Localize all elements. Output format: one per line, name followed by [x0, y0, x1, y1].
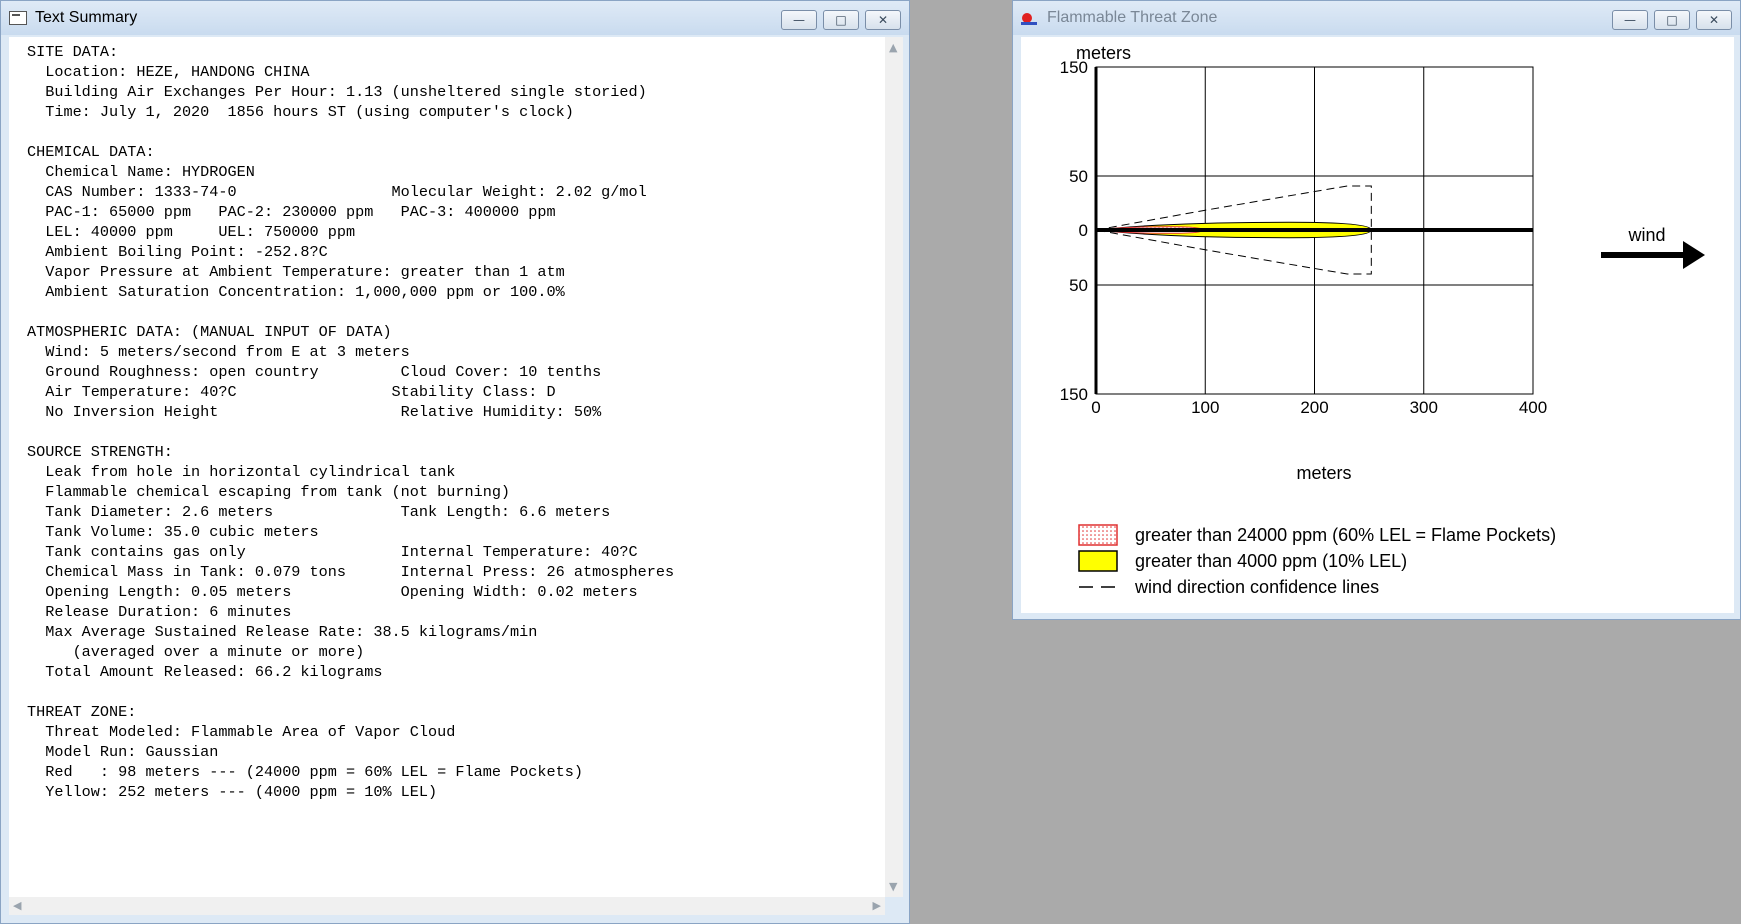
window-title: Text Summary	[35, 9, 138, 26]
flame-icon	[1021, 11, 1039, 25]
summary-line: Release Duration: 6 minutes	[27, 603, 292, 621]
summary-line: Time: July 1, 2020 1856 hours ST (using …	[27, 103, 574, 121]
threat-zone-titlebar[interactable]: Flammable Threat Zone — □ ✕	[1013, 1, 1740, 35]
summary-line: Tank Diameter: 2.6 meters Tank Length: 6…	[27, 503, 611, 521]
summary-line: No Inversion Height Relative Humidity: 5…	[27, 403, 602, 421]
x-tick-label: 200	[1300, 398, 1328, 417]
horizontal-scrollbar[interactable]: ◀ ▶	[9, 897, 885, 915]
minimize-button[interactable]: —	[1612, 10, 1648, 30]
scroll-right-icon[interactable]: ▶	[873, 899, 881, 912]
scroll-down-icon[interactable]: ▼	[889, 880, 897, 893]
summary-line: Max Average Sustained Release Rate: 38.5…	[27, 623, 538, 641]
summary-line: Ambient Boiling Point: -252.8?C	[27, 243, 328, 261]
summary-line: Wind: 5 meters/second from E at 3 meters	[27, 343, 410, 361]
maximize-button[interactable]: □	[823, 10, 859, 30]
summary-line: Yellow: 252 meters --- (4000 ppm = 10% L…	[27, 783, 438, 801]
close-button[interactable]: ✕	[865, 10, 901, 30]
y-tick-label: 50	[1069, 167, 1088, 186]
x-tick-label: 400	[1519, 398, 1547, 417]
threat-zone-chart: meters meters 0 100 200 300 40015050050150 w…	[1060, 43, 1705, 597]
y-tick-label: 150	[1060, 385, 1088, 404]
summary-line: Flammable chemical escaping from tank (n…	[27, 483, 511, 501]
summary-line: Ground Roughness: open country Cloud Cov…	[27, 363, 602, 381]
summary-line: Threat Modeled: Flammable Area of Vapor …	[27, 723, 456, 741]
summary-line: Ambient Saturation Concentration: 1,000,…	[27, 283, 565, 301]
y-tick-label: 0	[1079, 221, 1088, 240]
summary-line: SITE DATA:	[27, 43, 119, 61]
summary-line: LEL: 40000 ppm UEL: 750000 ppm	[27, 223, 356, 241]
y-tick-label: 150	[1060, 58, 1088, 77]
summary-line: Tank Volume: 35.0 cubic meters	[27, 523, 319, 541]
wind-arrow-icon	[1683, 241, 1705, 269]
summary-line: Red : 98 meters --- (24000 ppm = 60% LEL…	[27, 763, 583, 781]
legend: greater than 24000 ppm (60% LEL = Flame …	[1078, 524, 1556, 597]
summary-line: Vapor Pressure at Ambient Temperature: g…	[27, 263, 565, 281]
summary-line: Tank contains gas only Internal Temperat…	[27, 543, 638, 561]
summary-line: (averaged over a minute or more)	[27, 643, 365, 661]
summary-line: Model Run: Gaussian	[27, 743, 219, 761]
x-tick-label: 100	[1191, 398, 1219, 417]
scroll-left-icon[interactable]: ◀	[13, 899, 21, 912]
wind-label: wind	[1627, 225, 1665, 245]
window-title: Flammable Threat Zone	[1047, 9, 1218, 26]
close-button[interactable]: ✕	[1696, 10, 1732, 30]
wind-indicator: wind	[1601, 225, 1705, 269]
threat-zone-window[interactable]: Flammable Threat Zone — □ ✕ meters meter…	[1012, 0, 1741, 620]
summary-line: Total Amount Released: 66.2 kilograms	[27, 663, 383, 681]
legend-swatch-yellow	[1078, 550, 1118, 572]
legend-item-confidence: wind direction confidence lines	[1079, 577, 1379, 597]
summary-line: Chemical Name: HYDROGEN	[27, 163, 255, 181]
maximize-button[interactable]: □	[1654, 10, 1690, 30]
legend-label: greater than 4000 ppm (10% LEL)	[1135, 551, 1407, 571]
summary-line: Chemical Mass in Tank: 0.079 tons Intern…	[27, 563, 675, 581]
summary-line: Location: HEZE, HANDONG CHINA	[27, 63, 310, 81]
text-summary-titlebar[interactable]: Text Summary — □ ✕	[1, 1, 909, 35]
summary-line: Building Air Exchanges Per Hour: 1.13 (u…	[27, 83, 647, 101]
y-tick-label: 50	[1069, 276, 1088, 295]
minimize-button[interactable]: —	[781, 10, 817, 30]
x-tick-label: 0	[1091, 398, 1100, 417]
summary-text: SITE DATA: Location: HEZE, HANDONG CHINA…	[9, 37, 885, 802]
summary-line: ATMOSPHERIC DATA: (MANUAL INPUT OF DATA)	[27, 323, 392, 341]
summary-line: SOURCE STRENGTH:	[27, 443, 173, 461]
text-summary-content: SITE DATA: Location: HEZE, HANDONG CHINA…	[9, 37, 885, 897]
legend-label: wind direction confidence lines	[1134, 577, 1379, 597]
summary-line: Air Temperature: 40?C Stability Class: D	[27, 383, 556, 401]
legend-swatch-red	[1078, 524, 1118, 546]
legend-item-yellow: greater than 4000 ppm (10% LEL)	[1078, 550, 1407, 572]
text-summary-window[interactable]: Text Summary — □ ✕ SITE DATA: Location: …	[0, 0, 910, 924]
x-axis-unit: meters	[1296, 463, 1351, 483]
legend-label: greater than 24000 ppm (60% LEL = Flame …	[1135, 525, 1556, 545]
document-icon	[9, 11, 27, 25]
summary-line: Opening Length: 0.05 meters Opening Widt…	[27, 583, 638, 601]
threat-zone-plot-area: meters meters 0 100 200 300 400 150 50 0 50 150 w…	[1021, 37, 1734, 613]
scroll-up-icon[interactable]: ▲	[889, 41, 897, 54]
summary-line: CAS Number: 1333-74-0 Molecular Weight: …	[27, 183, 647, 201]
summary-line: CHEMICAL DATA:	[27, 143, 155, 161]
summary-line: PAC-1: 65000 ppm PAC-2: 230000 ppm PAC-3…	[27, 203, 556, 221]
vertical-scrollbar[interactable]: ▲ ▼	[885, 37, 903, 897]
summary-line: Leak from hole in horizontal cylindrical…	[27, 463, 456, 481]
legend-item-red: greater than 24000 ppm (60% LEL = Flame …	[1078, 524, 1556, 546]
x-tick-label: 300	[1410, 398, 1438, 417]
summary-line: THREAT ZONE:	[27, 703, 137, 721]
